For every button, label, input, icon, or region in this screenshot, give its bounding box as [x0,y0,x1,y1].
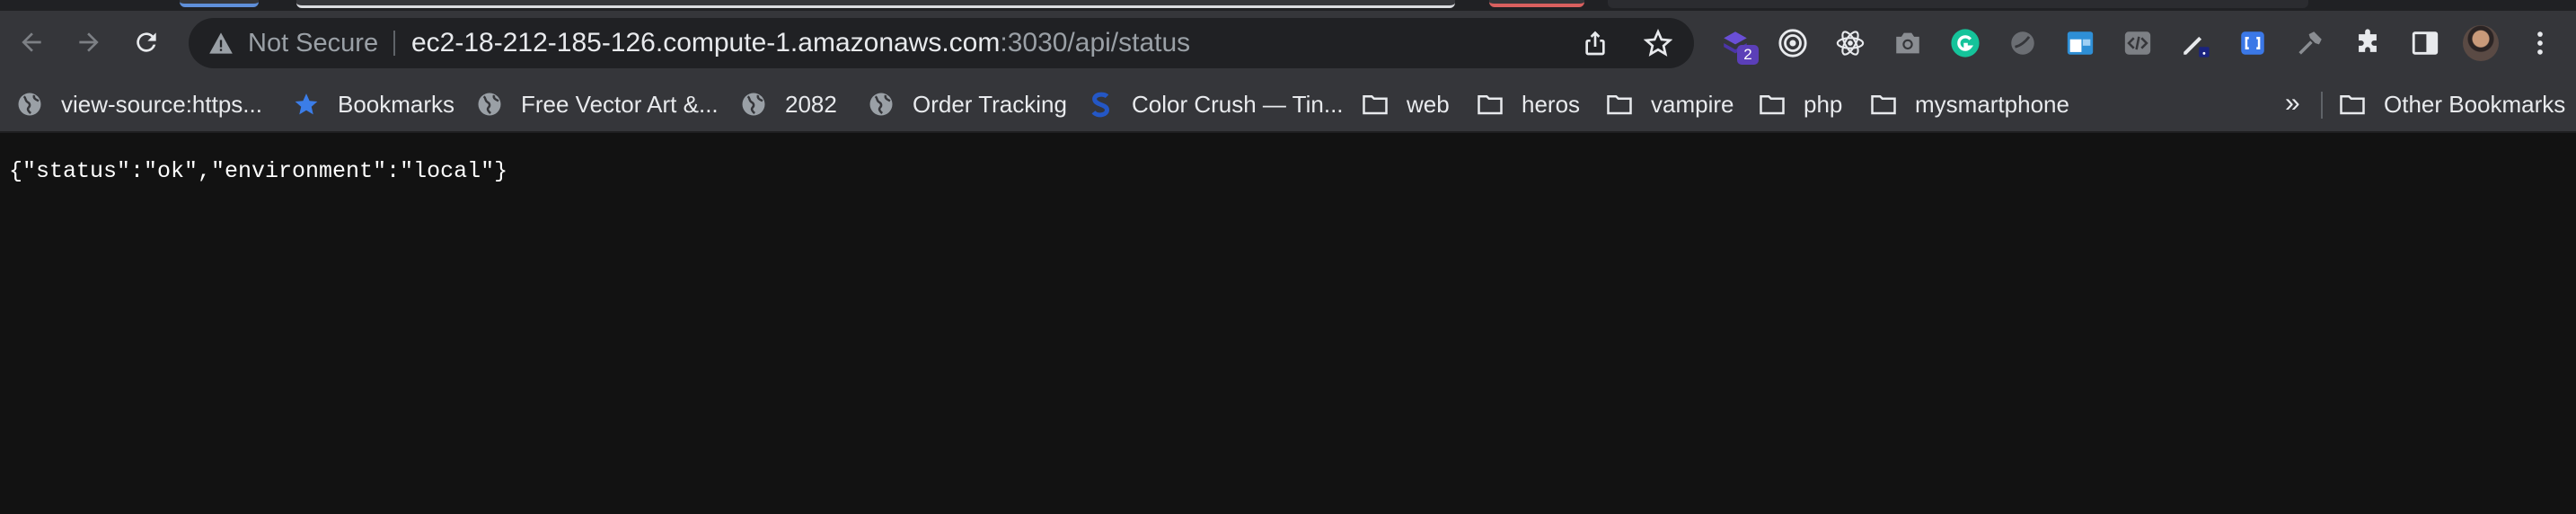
side-panel-icon [2412,31,2439,55]
bookmark-item[interactable]: Color Crush — Tin... [1087,75,1344,133]
camera-icon [1896,32,1919,54]
globe-icon [16,91,43,118]
bookmark-item[interactable]: 2082 [740,75,837,133]
bookmarks-divider [2321,92,2323,119]
forward-arrow-icon [79,32,99,52]
camera-extension-icon[interactable] [1888,23,1928,63]
code-extension-icon[interactable] [2118,23,2157,63]
address-bar[interactable]: Not Secure ec2-18-212-185-126.compute-1.… [189,18,1694,68]
page-content: {"status":"ok","environment":"local"} [0,135,2576,514]
bookmark-label: Color Crush — Tin... [1132,90,1344,118]
bookmark-folder[interactable]: php [1759,75,1842,133]
share-icon[interactable] [1581,29,1610,58]
target-icon [1778,29,1807,58]
other-bookmarks-folder[interactable]: Other Bookmarks [2339,75,2565,133]
star-icon [293,91,320,118]
profile-avatar[interactable] [2463,25,2499,61]
bracket-icon [2241,31,2264,55]
puzzle-icon [2359,29,2377,52]
window-icon [2067,31,2094,55]
s-logo-icon [1087,91,1114,118]
bookmark-item[interactable]: Order Tracking [868,75,1067,133]
tab-right[interactable] [1489,0,1584,7]
url-text[interactable]: ec2-18-212-185-126.compute-1.amazonaws.c… [411,18,1190,68]
window-extension-icon[interactable] [2060,23,2100,63]
bookmarks-bar: view-source:https... Bookmarks Free Vect… [0,75,2576,133]
url-host: ec2-18-212-185-126.compute-1.amazonaws.c… [411,28,1001,58]
bookmark-label: vampire [1651,90,1734,118]
bookmark-item[interactable]: Bookmarks [293,75,454,133]
folder-icon [1759,91,1786,118]
bookmark-label: web [1407,90,1450,118]
bookmark-label: 2082 [785,90,837,118]
globe-icon [476,91,503,118]
pen-icon [2183,36,2210,58]
globe-icon [740,91,767,118]
folder-icon [2339,91,2366,118]
bookmark-folder[interactable]: web [1362,75,1450,133]
other-bookmarks-label: Other Bookmarks [2384,90,2566,118]
grammarly-icon[interactable] [1945,23,1985,63]
moon-extension-icon[interactable] [2003,23,2042,63]
bookmark-label: view-source:https... [61,90,262,118]
menu-button[interactable] [2520,23,2560,63]
grammarly-g-icon [1951,29,1980,58]
code-icon [2124,31,2151,55]
side-panel-button[interactable] [2405,23,2445,63]
tab-active[interactable] [296,0,1455,8]
bookmark-label: Order Tracking [913,90,1067,118]
bookmark-item[interactable]: view-source:https... [16,75,262,133]
target-extension-icon[interactable] [1773,23,1813,63]
warning-icon[interactable] [208,31,234,55]
react-icon [1836,31,1865,56]
folder-icon [1477,91,1504,118]
extensions-puzzle-button[interactable] [2348,23,2387,63]
bookmark-label: mysmartphone [1915,90,2069,118]
back-arrow-icon [22,32,41,52]
hammer-extension-icon[interactable] [2290,23,2330,63]
blue-extension-icon[interactable] [2233,23,2272,63]
bookmark-label: Bookmarks [338,90,455,118]
react-devtools-icon[interactable] [1831,23,1870,63]
security-label[interactable]: Not Secure [248,18,378,68]
bookmark-folder[interactable]: vampire [1606,75,1734,133]
tab-left[interactable] [180,0,259,7]
pen-extension-icon[interactable] [2175,23,2215,63]
folder-icon [1870,91,1897,118]
bookmark-folder[interactable]: heros [1477,75,1580,133]
folder-icon [1606,91,1633,118]
bookmark-item[interactable]: Free Vector Art &... [476,75,719,133]
extension-badge: 2 [1737,45,1759,65]
url-path: :3030/api/status [1000,28,1191,58]
globe-icon [868,91,895,118]
browser-toolbar: Not Secure ec2-18-212-185-126.compute-1.… [0,11,2576,75]
tab-far-right[interactable] [1608,0,2308,8]
bookmark-label: heros [1522,90,1581,118]
reload-icon [137,32,156,52]
bookmark-folder[interactable]: mysmartphone [1870,75,2069,133]
hammer-icon [2298,31,2322,55]
moon-icon [2011,31,2034,55]
back-button[interactable] [7,18,56,66]
bookmarks-overflow-button[interactable]: » [2285,75,2300,133]
kebab-menu-icon [2537,31,2543,55]
reload-button[interactable] [122,18,171,66]
bookmark-label: php [1804,90,1843,118]
json-response-text: {"status":"ok","environment":"local"} [9,158,508,184]
tab-strip [0,0,2576,11]
bookmark-star-icon[interactable] [1644,29,1672,58]
extension-stack-icon[interactable]: 2 [1716,23,1759,65]
bookmark-label: Free Vector Art &... [521,90,719,118]
omnibox-divider [393,31,395,56]
forward-button[interactable] [65,18,113,66]
folder-icon [1362,91,1389,118]
